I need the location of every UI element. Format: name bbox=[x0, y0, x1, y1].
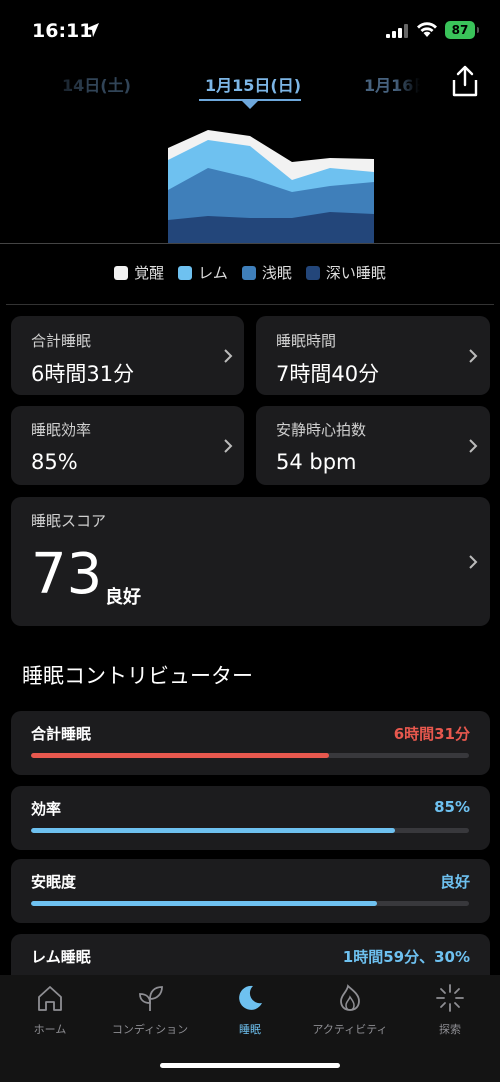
date-fade-left bbox=[0, 60, 90, 104]
legend-item-rem: レム bbox=[178, 262, 228, 283]
card-title: 睡眠スコア bbox=[31, 512, 107, 530]
chevron-right-icon bbox=[224, 349, 233, 363]
card-title: 睡眠時間 bbox=[276, 332, 337, 350]
card-value: 7時間40分 bbox=[276, 362, 380, 386]
contributor-bar-fill bbox=[31, 753, 329, 758]
date-fade-right bbox=[395, 60, 445, 104]
contributor-value: 1時間59分、30% bbox=[342, 948, 470, 966]
contributor-label: 合計睡眠 bbox=[31, 725, 92, 743]
sleep-score-value: 73 bbox=[31, 542, 103, 607]
tab-label: アクティビティ bbox=[312, 1023, 388, 1036]
card-title: 安静時心拍数 bbox=[276, 421, 367, 439]
moon-icon bbox=[239, 985, 262, 1010]
contributor-efficiency[interactable]: 効率 85% bbox=[11, 786, 490, 850]
contributor-label: レム睡眠 bbox=[31, 948, 91, 966]
legend-label: 深い睡眠 bbox=[325, 264, 386, 282]
cellular-signal-icon bbox=[386, 24, 408, 38]
flame-icon bbox=[340, 984, 360, 1011]
date-tab-active[interactable]: 1月15日(日) bbox=[205, 72, 301, 96]
tab-label: 探索 bbox=[439, 1023, 461, 1036]
legend-swatch-awake bbox=[114, 265, 129, 280]
wifi-icon bbox=[417, 22, 437, 37]
card-title: 睡眠効率 bbox=[31, 421, 92, 439]
legend-label: 浅眠 bbox=[261, 264, 292, 282]
section-divider bbox=[6, 304, 494, 305]
legend-item-awake: 覚醒 bbox=[114, 262, 164, 283]
card-value: 85% bbox=[31, 450, 78, 474]
sleep-efficiency-card[interactable]: 睡眠効率 85% bbox=[11, 406, 244, 485]
contributor-label: 安眠度 bbox=[31, 873, 77, 891]
sprout-icon bbox=[139, 986, 163, 1011]
chart-legend: 覚醒 レム 浅眠 深い睡眠 bbox=[0, 262, 500, 283]
active-date-caret-icon bbox=[242, 101, 258, 109]
sleep-score-card[interactable]: 睡眠スコア 73 良好 bbox=[11, 497, 490, 626]
tab-label: ホーム bbox=[33, 1023, 67, 1036]
contributor-bar-fill bbox=[31, 901, 378, 906]
legend-swatch-rem bbox=[178, 265, 193, 280]
contributor-total-sleep[interactable]: 合計睡眠 6時間31分 bbox=[11, 711, 490, 775]
card-value: 6時間31分 bbox=[31, 362, 135, 386]
chevron-right-icon bbox=[469, 555, 478, 569]
chevron-right-icon bbox=[224, 439, 233, 453]
tab-label: 睡眠 bbox=[239, 1023, 261, 1036]
time-in-bed-card[interactable]: 睡眠時間 7時間40分 bbox=[256, 316, 490, 395]
contributor-bar-track bbox=[31, 901, 469, 906]
location-arrow-icon bbox=[85, 23, 99, 37]
legend-swatch-deep bbox=[305, 265, 320, 280]
contributor-restfulness[interactable]: 安眠度 良好 bbox=[11, 859, 490, 923]
contributor-label: 効率 bbox=[31, 800, 62, 818]
card-value: 54 bpm bbox=[276, 450, 357, 474]
sparkle-icon bbox=[436, 984, 464, 1012]
contributor-value: 6時間31分 bbox=[393, 725, 470, 743]
share-icon[interactable] bbox=[450, 64, 480, 98]
legend-item-light: 浅眠 bbox=[241, 262, 292, 283]
home-indicator bbox=[160, 1063, 340, 1068]
tab-label: コンディション bbox=[111, 1023, 189, 1036]
legend-item-deep: 深い睡眠 bbox=[305, 262, 386, 283]
battery-indicator: 87 bbox=[445, 21, 479, 39]
total-sleep-card[interactable]: 合計睡眠 6時間31分 bbox=[11, 316, 244, 395]
sleep-stage-chart bbox=[0, 130, 500, 244]
contributor-bar-track bbox=[31, 753, 469, 758]
contributor-bar-fill bbox=[31, 828, 395, 833]
contributors-section-title: 睡眠コントリビューター bbox=[22, 664, 253, 688]
legend-swatch-light bbox=[241, 265, 256, 280]
card-title: 合計睡眠 bbox=[31, 332, 92, 350]
chevron-right-icon bbox=[469, 439, 478, 453]
home-icon bbox=[38, 986, 62, 1011]
contributor-bar-track bbox=[31, 828, 469, 833]
sleep-score-rating: 良好 bbox=[105, 587, 141, 608]
legend-label: レム bbox=[198, 264, 228, 282]
contributor-value: 良好 bbox=[439, 873, 470, 891]
contributor-value: 85% bbox=[434, 798, 470, 816]
chevron-right-icon bbox=[469, 349, 478, 363]
resting-heart-rate-card[interactable]: 安静時心拍数 54 bpm bbox=[256, 406, 490, 485]
legend-label: 覚醒 bbox=[134, 264, 165, 282]
